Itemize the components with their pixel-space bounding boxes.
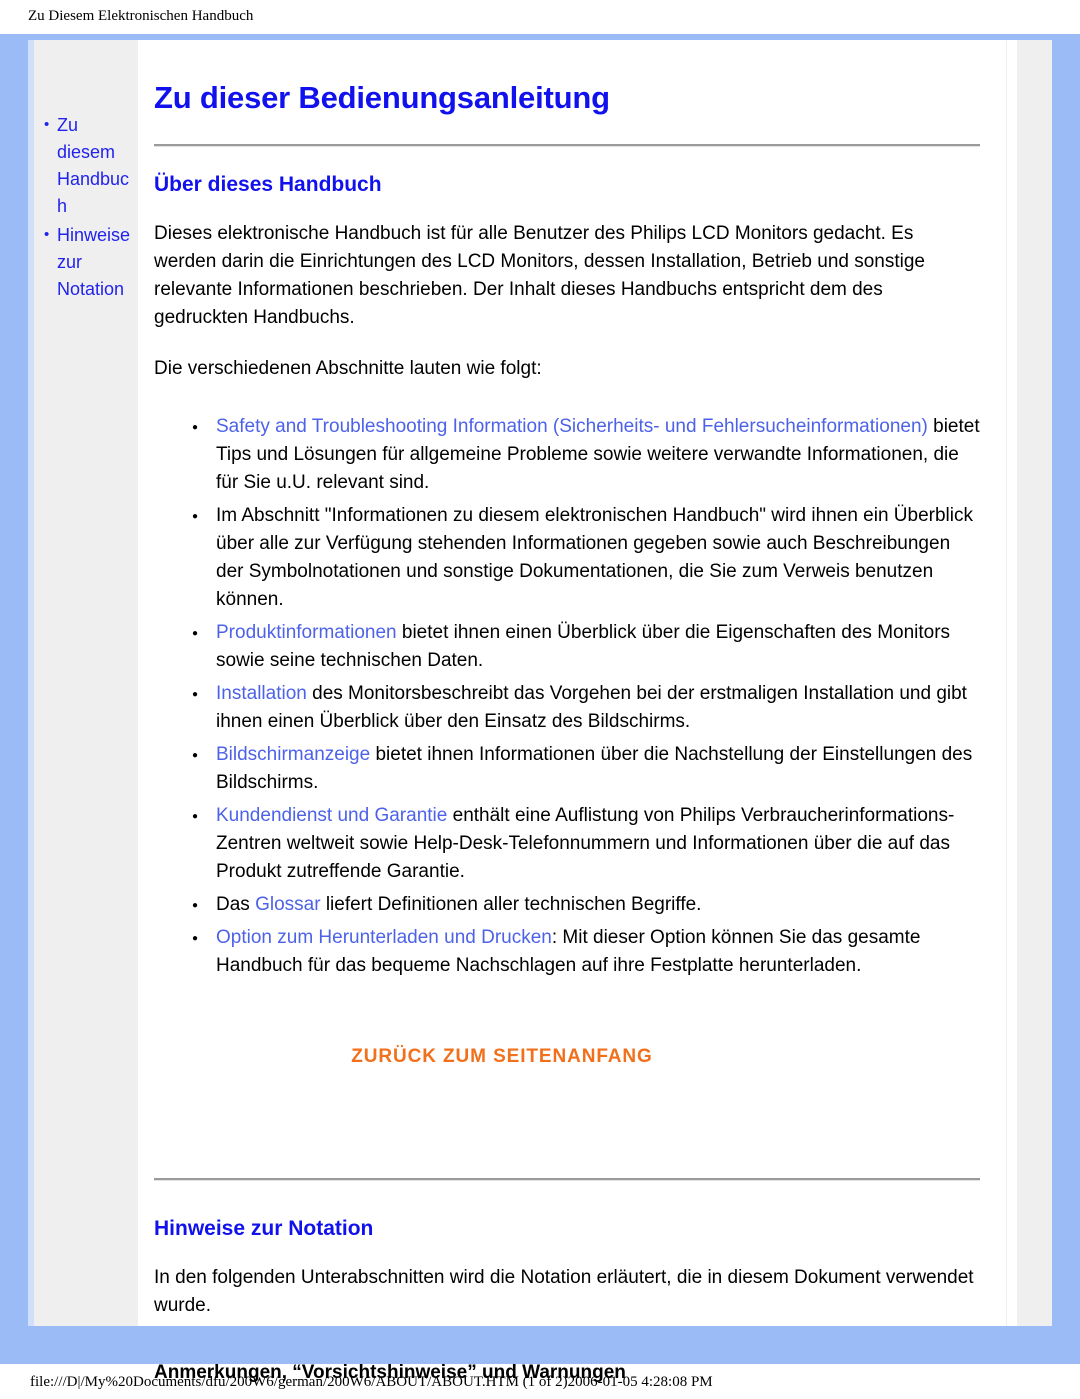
link-installation[interactable]: Installation (216, 683, 307, 704)
sidebar-nav: Zu diesem Handbuch Hinweise zur Notation (34, 40, 138, 1326)
notation-paragraph-1: In den folgenden Unterabschnitten wird d… (154, 1267, 974, 1316)
sidebar-list: Zu diesem Handbuch Hinweise zur Notation (34, 111, 138, 303)
list-item: Option zum Herunterladen und Drucken: Mi… (192, 924, 980, 980)
bullet-text-after: liefert Definitionen aller technischen B… (320, 894, 702, 915)
link-herunterladen-drucken[interactable]: Option zum Herunterladen und Drucken (216, 927, 552, 948)
link-bildschirmanzeige[interactable]: Bildschirmanzeige (216, 744, 370, 765)
back-to-top-container: ZURÜCK ZUM SEITENANFANG (154, 1046, 980, 1068)
link-kundendienst-garantie[interactable]: Kundendienst und Garantie (216, 805, 447, 826)
section-heading-notation: Hinweise zur Notation (154, 1217, 374, 1240)
bullet-text-after: des Monitorsbeschreibt das Vorgehen bei … (216, 683, 967, 732)
list-item: Installation des Monitorsbeschreibt das … (192, 680, 980, 736)
page-title: Zu dieser Bedienungsanleitung (154, 80, 610, 115)
list-item: Im Abschnitt "Informationen zu diesem el… (192, 502, 980, 614)
print-footer-url: file:///D|/My%20Documents/dfu/200W6/germ… (30, 1374, 713, 1390)
section-divider (154, 1178, 980, 1181)
bullet-text-before: Im Abschnitt "Informationen zu diesem el… (216, 505, 973, 610)
sidebar-link-hinweise-zur-notation[interactable]: Hinweise zur Notation (57, 225, 130, 299)
list-item: Kundendienst und Garantie enthält eine A… (192, 802, 980, 886)
page-frame: Zu diesem Handbuch Hinweise zur Notation… (0, 34, 1080, 1383)
back-to-top-link[interactable]: ZURÜCK ZUM SEITENANFANG (351, 1046, 652, 1067)
list-item: Bildschirmanzeige bietet ihnen Informati… (192, 741, 980, 797)
content-wrapper: Zu diesem Handbuch Hinweise zur Notation… (34, 40, 1006, 1383)
sidebar-item-hinweise-zur-notation[interactable]: Hinweise zur Notation (44, 221, 134, 303)
feature-bullet-list: Safety and Troubleshooting Information (… (154, 413, 980, 980)
about-paragraph-2: Die verschiedenen Abschnitte lauten wie … (154, 358, 542, 379)
sidebar-link-zu-diesem-handbuch[interactable]: Zu diesem Handbuch (57, 115, 129, 216)
sidebar-item-zu-diesem-handbuch[interactable]: Zu diesem Handbuch (44, 111, 134, 220)
link-glossar[interactable]: Glossar (255, 894, 320, 915)
bullet-text-before: Das (216, 894, 256, 915)
list-item: Produktinformationen bietet ihnen einen … (192, 619, 980, 675)
section-heading-about: Über dieses Handbuch (154, 173, 382, 196)
about-paragraph-1: Dieses elektronische Handbuch ist für al… (154, 223, 926, 328)
print-header-title: Zu Diesem Elektronischen Handbuch (28, 8, 254, 24)
frame-right-column (1000, 40, 1052, 1326)
list-item: Safety and Troubleshooting Information (… (192, 413, 980, 497)
title-divider (154, 144, 980, 147)
link-produktinformationen[interactable]: Produktinformationen (216, 622, 397, 643)
link-safety-troubleshooting[interactable]: Safety and Troubleshooting Information (… (216, 416, 928, 437)
main-content: Zu dieser Bedienungsanleitung Über diese… (138, 40, 1006, 1383)
list-item: Das Glossar liefert Definitionen aller t… (192, 891, 980, 920)
